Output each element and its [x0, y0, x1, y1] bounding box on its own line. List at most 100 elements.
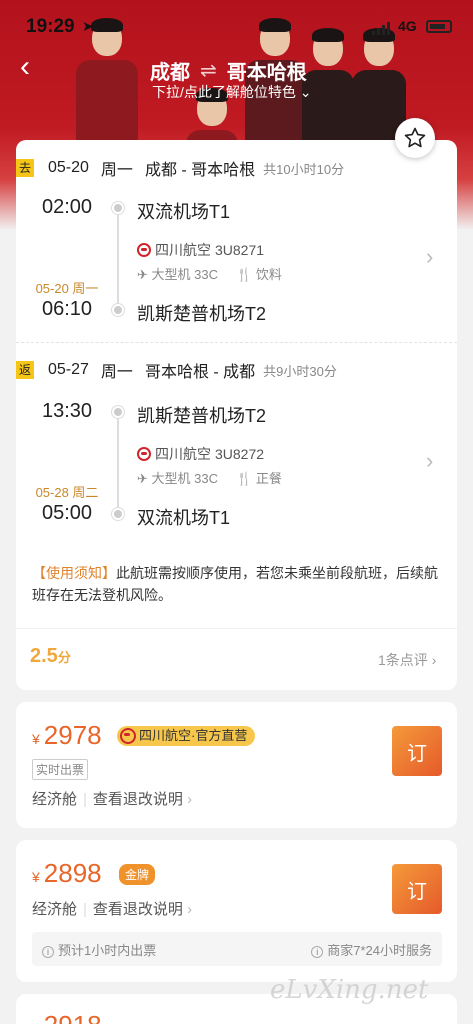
network-type: 4G [398, 18, 417, 34]
timeline-line [117, 208, 119, 312]
return-meta: ✈ 大型机 33C 🍴 正餐 [137, 468, 282, 487]
divider [16, 628, 457, 629]
return-arr-time: 05:00 [41, 502, 93, 524]
status-time: 19:29 [26, 16, 75, 37]
sichuan-airlines-logo-icon [120, 728, 136, 744]
outbound-dep-airport: 双流机场T1 [137, 202, 231, 222]
cabin-class: 经济舱 [32, 901, 78, 918]
outbound-weekday: 周一 [100, 162, 133, 179]
outbound-meta: ✈ 大型机 33C 🍴 饮料 [137, 264, 282, 283]
outbound-route: 成都 - 哥本哈根 [144, 162, 256, 179]
return-airline-name: 四川航空 [155, 446, 211, 462]
outbound-meal: 饮料 [255, 267, 282, 282]
origin-city: 成都 [150, 62, 190, 84]
meal-icon: 🍴 [236, 471, 253, 486]
fare-price: ¥2978 [32, 720, 102, 751]
outbound-tag: 去 [16, 159, 34, 177]
route-title: 成都 ⇌ 哥本哈根 [150, 56, 307, 85]
book-button[interactable]: 订 [392, 864, 442, 914]
return-tag: 返 [16, 361, 34, 379]
outbound-segment[interactable]: 去 05-20 周一 成都 - 哥本哈根 共10小时10分 02:00 双流机场… [16, 140, 457, 340]
cabin-info: 经济舱 | 查看退改说明 › [32, 791, 193, 808]
plane-icon: ✈ [137, 267, 148, 282]
outbound-date: 05-20 [48, 159, 89, 176]
service-hours-info: 商家7*24小时服务 [327, 942, 432, 958]
price-value: 2918 [44, 1010, 102, 1024]
outbound-aircraft: 大型机 33C [151, 267, 218, 282]
return-dep-time: 13:30 [41, 400, 93, 422]
sichuan-airlines-logo-icon [137, 447, 151, 461]
outbound-arr-airport: 凯斯楚普机场T2 [137, 304, 267, 324]
favorite-star-icon[interactable] [395, 118, 435, 158]
outbound-airline-name: 四川航空 [155, 242, 211, 258]
return-route: 哥本哈根 - 成都 [144, 364, 256, 381]
timeline-dot [112, 202, 124, 214]
timeline-dot [112, 406, 124, 418]
cabin-info: 经济舱 | 查看退改说明 › [32, 901, 193, 918]
cabin-intro-text: 下拉/点此了解舱位特色 [152, 84, 296, 100]
return-weekday: 周一 [100, 364, 133, 381]
chevron-right-icon: › [187, 901, 193, 918]
plane-icon: ✈ [137, 471, 148, 486]
return-segment[interactable]: 返 05-27 周一 哥本哈根 - 成都 共9小时30分 13:30 凯斯楚普机… [16, 342, 457, 542]
watermark: eLvXing.net [270, 975, 429, 1005]
signal-icon [372, 22, 390, 35]
fare-price: ¥2898 [32, 858, 102, 889]
fare-offer-card[interactable]: ¥2898 金牌 经济舱 | 查看退改说明 › 订 i 预计1小时内出票 i 商家7*2… [16, 840, 457, 982]
reviews-count: 1条点评 [378, 652, 428, 668]
fare-offer-card[interactable]: ¥2978 四川航空·官方直营 实时出票 经济舱 | 查看退改说明 › 订 [16, 702, 457, 828]
timeline-dot [112, 508, 124, 520]
cabin-intro-link[interactable]: 下拉/点此了解舱位特色 ⌄ [152, 82, 312, 102]
currency-symbol: ¥ [32, 869, 40, 885]
chevron-right-icon: › [431, 652, 437, 668]
meal-icon: 🍴 [236, 267, 253, 282]
currency-symbol: ¥ [32, 731, 40, 747]
price-value: 2978 [43, 720, 102, 750]
service-info-bar: i 预计1小时内出票 i 商家7*24小时服务 [32, 932, 442, 966]
sichuan-airlines-logo-icon [137, 243, 151, 257]
book-button[interactable]: 订 [392, 726, 442, 776]
badge-text: 四川航空·官方直营 [139, 728, 248, 743]
refund-policy-link[interactable]: 查看退改说明 [93, 901, 183, 918]
outbound-airline: 四川航空 3U8271 [137, 240, 264, 260]
rating-value: 2.5 [30, 645, 58, 667]
info-icon: i [42, 945, 54, 958]
info-icon: i [311, 945, 324, 958]
fare-price: ¥2918 [32, 1010, 102, 1024]
return-duration: 共9小时30分 [263, 363, 337, 379]
rating-unit: 分 [57, 650, 71, 665]
usage-notice: 【使用须知】此航班需按顺序使用，若您未乘坐前段航班，后续航班存在无法登机风险。 [32, 562, 442, 606]
chevron-right-icon: › [187, 791, 193, 808]
timeline-line [117, 412, 119, 516]
gold-badge: 金牌 [119, 864, 156, 885]
back-icon[interactable]: ‹ [20, 52, 30, 82]
reviews-link[interactable]: 1条点评 › [378, 650, 436, 670]
location-icon: ➤ [82, 18, 94, 34]
price-value: 2898 [43, 858, 102, 888]
rating-score: 2.5分 [30, 645, 71, 668]
chevron-right-icon[interactable]: › [426, 448, 433, 474]
ticket-time-info: 预计1小时内出票 [58, 942, 157, 958]
swap-icon: ⇌ [200, 60, 217, 82]
outbound-arr-date: 05-20 周一 [35, 281, 99, 296]
outbound-arr-time: 06:10 [41, 298, 93, 320]
outbound-duration: 共10小时10分 [263, 161, 345, 177]
status-bar: 19:29 ➤ 4G [0, 0, 473, 40]
realtime-ticket-tag: 实时出票 [32, 759, 89, 780]
timeline-dot [112, 304, 124, 316]
chevron-down-icon: ⌄ [299, 84, 312, 100]
refund-policy-link[interactable]: 查看退改说明 [93, 791, 183, 808]
chevron-right-icon[interactable]: › [426, 244, 433, 270]
official-airline-badge: 四川航空·官方直营 [117, 726, 256, 746]
return-aircraft: 大型机 33C [151, 471, 218, 486]
outbound-flight-no: 3U8271 [215, 242, 265, 258]
return-date: 05-27 [48, 361, 89, 378]
flight-detail-card: 去 05-20 周一 成都 - 哥本哈根 共10小时10分 02:00 双流机场… [16, 140, 457, 690]
outbound-dep-time: 02:00 [41, 196, 93, 218]
destination-city: 哥本哈根 [226, 62, 307, 84]
cabin-class: 经济舱 [32, 791, 78, 808]
return-arr-date: 05-28 周二 [35, 485, 99, 500]
return-arr-airport: 双流机场T1 [137, 508, 231, 528]
notice-highlight: 【使用须知】 [32, 565, 116, 581]
return-flight-no: 3U8272 [215, 446, 265, 462]
